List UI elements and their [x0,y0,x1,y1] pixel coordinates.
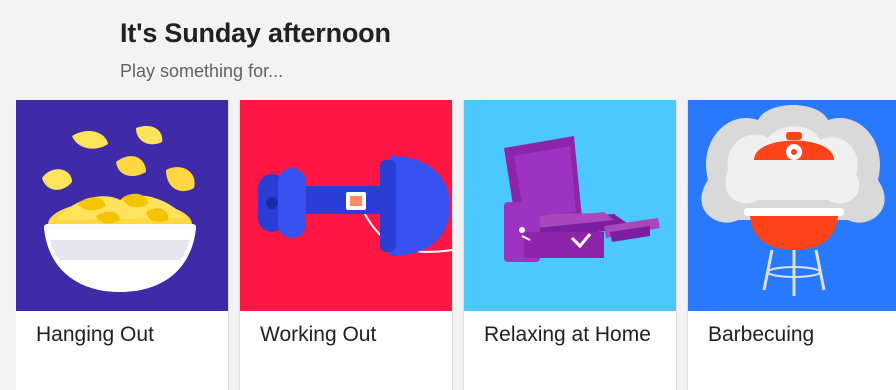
card-barbecuing[interactable]: Barbecuing [688,100,896,390]
grill-icon [688,100,896,311]
card-label: Working Out [260,323,377,346]
card-label: Relaxing at Home [484,323,651,346]
recliner-icon [464,100,676,311]
dumbbell-icon [240,100,452,311]
card-working-out[interactable]: Working Out [240,100,452,390]
card-hanging-out[interactable]: Hanging Out [16,100,228,390]
section-subtitle: Play something for... [120,61,284,81]
chips-bowl-icon [16,100,228,311]
activity-card-row: Hanging Out Working Out Relaxing at Home… [16,100,896,390]
card-label: Barbecuing [708,323,815,346]
card-relaxing-at-home[interactable]: Relaxing at Home [464,100,676,390]
section-title: It's Sunday afternoon [120,18,391,48]
card-label: Hanging Out [36,323,154,346]
section-header: It's Sunday afternoon Play something for… [120,16,391,82]
